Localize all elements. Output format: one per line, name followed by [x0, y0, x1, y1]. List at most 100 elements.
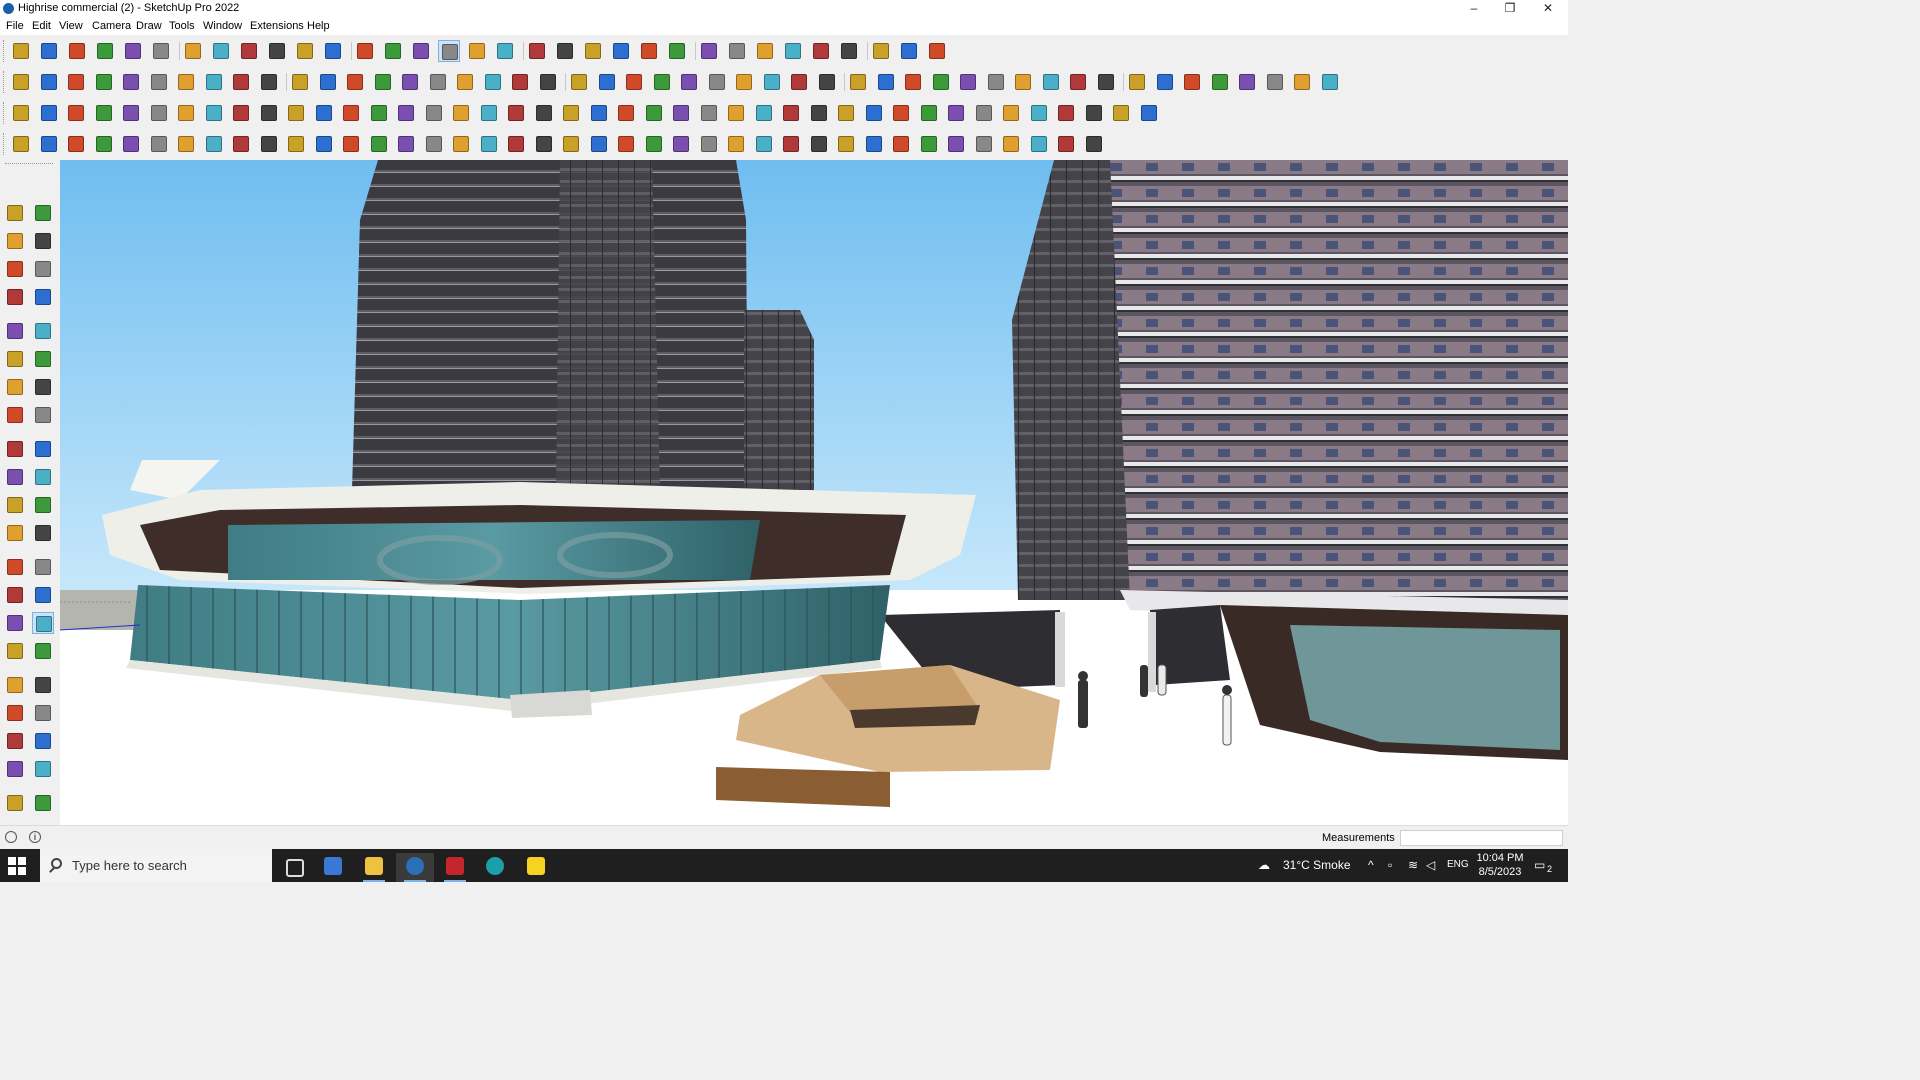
tbrow3-tool-20-tool-icon[interactable]	[533, 102, 555, 124]
tbrow4-tool-22-tool-icon[interactable]	[588, 133, 610, 155]
tbrow3-tool-41-tool-icon[interactable]	[1110, 102, 1132, 124]
wifi-icon[interactable]: ≋	[1408, 858, 1418, 872]
tbrow3-tool-38-tool-icon[interactable]	[1028, 102, 1050, 124]
tbrow2-tool-37-tool-icon[interactable]	[1012, 71, 1034, 93]
tbrow2-tool-4-tool-icon[interactable]	[93, 71, 115, 93]
tbrow2-tool-16-tool-icon[interactable]	[427, 71, 449, 93]
zoom-tool-icon[interactable]	[466, 40, 488, 62]
tbrow4-tool-1-tool-icon[interactable]	[10, 133, 32, 155]
tbrow2-tool-42-tool-icon[interactable]	[1154, 71, 1176, 93]
orbit-tool-icon[interactable]	[410, 40, 432, 62]
push-pull-up-tool-icon[interactable]	[754, 40, 776, 62]
tbrow2-tool-9-tool-icon[interactable]	[230, 71, 252, 93]
section-plane-tool-icon[interactable]	[526, 40, 548, 62]
tbrow2-tool-34-tool-icon[interactable]	[930, 71, 952, 93]
menu-camera[interactable]: Camera	[92, 20, 131, 32]
pan-tool-icon[interactable]	[32, 612, 54, 634]
weather-text[interactable]: 31°C Smoke	[1283, 858, 1351, 872]
warehouse-tool-icon[interactable]	[666, 40, 688, 62]
file-explorer-app-icon[interactable]	[355, 853, 393, 882]
follow-me-tool-icon[interactable]	[210, 40, 232, 62]
follow-me-tool-icon[interactable]	[32, 466, 54, 488]
protractor-tool-icon[interactable]	[4, 556, 26, 578]
tbrow2-tool-2-tool-icon[interactable]	[38, 71, 60, 93]
dimension-tool-icon[interactable]	[926, 40, 948, 62]
pie-tool-icon[interactable]	[4, 404, 26, 426]
tbrow4-tool-35-tool-icon[interactable]	[945, 133, 967, 155]
tbrow2-tool-13-tool-icon[interactable]	[344, 71, 366, 93]
tbrow4-tool-10-tool-icon[interactable]	[258, 133, 280, 155]
redo-tool-icon[interactable]	[898, 40, 920, 62]
line-tool-icon[interactable]	[4, 286, 26, 308]
undo-tool-icon[interactable]	[870, 40, 892, 62]
tbrow2-tool-8-tool-icon[interactable]	[203, 71, 225, 93]
language-indicator[interactable]: ENG	[1447, 859, 1469, 870]
orbit-2-tool-icon[interactable]	[4, 612, 26, 634]
tbrow2-tool-6-tool-icon[interactable]	[148, 71, 170, 93]
tbrow4-tool-29-tool-icon[interactable]	[780, 133, 802, 155]
tbrow3-tool-10-tool-icon[interactable]	[258, 102, 280, 124]
tbrow2-tool-31-tool-icon[interactable]	[847, 71, 869, 93]
tbrow3-tool-11-tool-icon[interactable]	[285, 102, 307, 124]
style-tool-icon[interactable]	[838, 40, 860, 62]
taskbar-clock[interactable]: 10:04 PM 8/5/2023	[1474, 851, 1526, 879]
tbrow2-tool-18-tool-icon[interactable]	[482, 71, 504, 93]
rectangle-tool-icon[interactable]	[150, 40, 172, 62]
axes-tool-icon[interactable]	[4, 584, 26, 606]
zoom-extents-tool-icon[interactable]	[10, 40, 32, 62]
two-point-arc-tool-icon[interactable]	[32, 376, 54, 398]
tbrow3-tool-24-tool-icon[interactable]	[643, 102, 665, 124]
tbrow2-tool-26-tool-icon[interactable]	[706, 71, 728, 93]
tbrow2-tool-32-tool-icon[interactable]	[875, 71, 897, 93]
tbrow4-tool-3-tool-icon[interactable]	[65, 133, 87, 155]
push-pull-tool-icon[interactable]	[182, 40, 204, 62]
tbrow2-tool-10-tool-icon[interactable]	[258, 71, 280, 93]
text-tool-icon[interactable]	[32, 556, 54, 578]
tbrow4-tool-17-tool-icon[interactable]	[450, 133, 472, 155]
three-point-arc-tool-icon[interactable]	[32, 404, 54, 426]
menu-window[interactable]: Window	[203, 20, 242, 32]
tbrow2-tool-46-tool-icon[interactable]	[1264, 71, 1286, 93]
tbrow2-tool-22-tool-icon[interactable]	[596, 71, 618, 93]
task-view-button[interactable]	[274, 853, 312, 882]
axes-tool-icon[interactable]	[810, 40, 832, 62]
paint-bucket-tool-icon[interactable]	[4, 230, 26, 252]
measurements-input[interactable]	[1400, 830, 1563, 846]
text-tool-icon[interactable]	[354, 40, 376, 62]
tbrow4-tool-7-tool-icon[interactable]	[175, 133, 197, 155]
eraser-tool-icon[interactable]	[66, 40, 88, 62]
tbrow2-tool-48-tool-icon[interactable]	[1319, 71, 1341, 93]
move-tool-icon[interactable]	[4, 438, 26, 460]
tbrow4-tool-38-tool-icon[interactable]	[1028, 133, 1050, 155]
tbrow2-tool-7-tool-icon[interactable]	[175, 71, 197, 93]
display-section-tool-icon[interactable]	[554, 40, 576, 62]
tbrow2-tool-30-tool-icon[interactable]	[816, 71, 838, 93]
tbrow3-tool-1-tool-icon[interactable]	[10, 102, 32, 124]
select-tool-icon[interactable]	[4, 202, 26, 224]
tbrow2-tool-14-tool-icon[interactable]	[372, 71, 394, 93]
tbrow3-tool-23-tool-icon[interactable]	[615, 102, 637, 124]
tbrow3-tool-26-tool-icon[interactable]	[698, 102, 720, 124]
autocad-app-icon[interactable]	[436, 853, 474, 882]
tbrow2-tool-21-tool-icon[interactable]	[568, 71, 590, 93]
tbrow3-tool-34-tool-icon[interactable]	[918, 102, 940, 124]
tbrow4-tool-36-tool-icon[interactable]	[973, 133, 995, 155]
calculator-app-icon[interactable]	[314, 853, 352, 882]
zoom-window-tool-icon[interactable]	[494, 40, 516, 62]
tbrow3-tool-4-tool-icon[interactable]	[93, 102, 115, 124]
tbrow3-tool-6-tool-icon[interactable]	[148, 102, 170, 124]
tbrow4-tool-40-tool-icon[interactable]	[1083, 133, 1105, 155]
tbrow3-tool-18-tool-icon[interactable]	[478, 102, 500, 124]
freehand-tool-icon[interactable]	[122, 40, 144, 62]
tbrow2-tool-44-tool-icon[interactable]	[1209, 71, 1231, 93]
tbrow4-tool-26-tool-icon[interactable]	[698, 133, 720, 155]
tbrow3-tool-28-tool-icon[interactable]	[753, 102, 775, 124]
tbrow4-tool-6-tool-icon[interactable]	[148, 133, 170, 155]
display-section-cuts-tool-icon[interactable]	[610, 40, 632, 62]
tbrow2-tool-20-tool-icon[interactable]	[537, 71, 559, 93]
tbrow3-tool-8-tool-icon[interactable]	[203, 102, 225, 124]
chevron-up-icon[interactable]: ^	[1368, 858, 1374, 872]
menu-draw[interactable]: Draw	[136, 20, 162, 32]
position-camera-tool-icon[interactable]	[4, 702, 26, 724]
tbrow2-tool-3-tool-icon[interactable]	[65, 71, 87, 93]
